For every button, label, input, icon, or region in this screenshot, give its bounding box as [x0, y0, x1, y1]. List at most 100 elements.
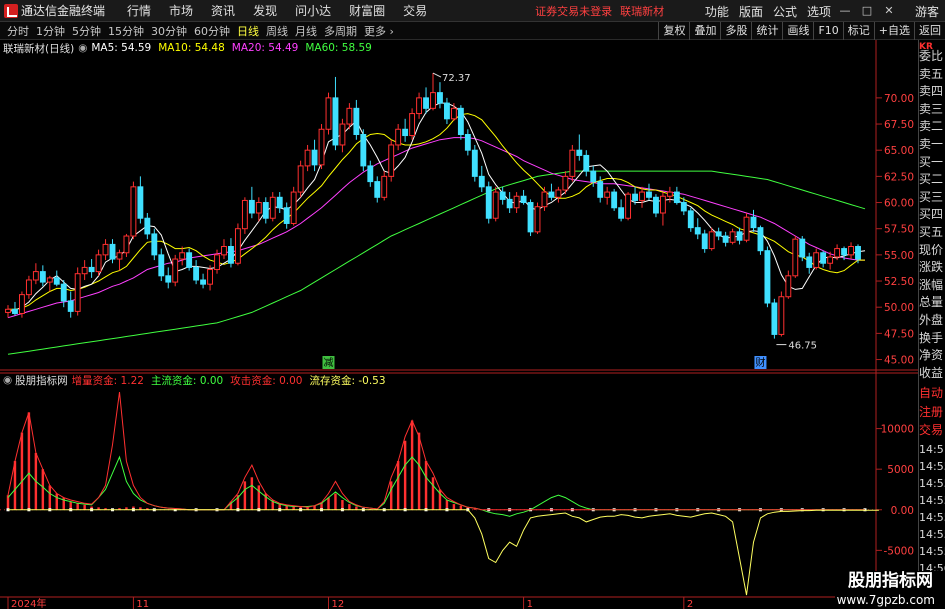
candle-body [151, 233, 158, 256]
candle-body [60, 283, 67, 302]
indicator-stock-fund: 流存资金: -0.53 [309, 374, 386, 387]
candle-body [172, 258, 179, 283]
watermark: 股朋指标网 www.7gpzb.com [835, 571, 945, 609]
sidebar-label-18: 收益 [919, 365, 944, 380]
candle-body [590, 170, 597, 183]
ma60-value: MA60: 58.59 [305, 42, 372, 54]
candle-body [276, 196, 283, 209]
candle-body [158, 254, 165, 277]
candle-body [694, 227, 701, 235]
indicator-attack-fund: 攻击资金: 0.00 [230, 374, 303, 387]
sidebar-label-19[interactable]: 自动 [919, 383, 945, 403]
candle-body [701, 233, 708, 250]
candle-body [430, 92, 436, 109]
date-tick-label: 2024年 [11, 597, 46, 609]
candle-body [478, 175, 485, 188]
candle-body [234, 228, 241, 264]
candle-body [109, 243, 116, 260]
candle-body [123, 235, 130, 254]
candle-body [116, 252, 123, 260]
candle-body [269, 196, 276, 219]
price-tick-label: 60.00 [884, 198, 914, 210]
candle-body [318, 128, 325, 166]
candle-body [618, 207, 625, 219]
candle-body [541, 191, 548, 208]
candle-body [367, 165, 374, 183]
candle-body [457, 107, 464, 136]
candle-body [729, 231, 736, 243]
candle-body [659, 195, 666, 214]
candle-body [471, 149, 478, 177]
candle-body [74, 273, 81, 312]
candle-body [374, 181, 381, 198]
candle-body [290, 191, 297, 224]
date-tick-label: 2 [687, 599, 693, 609]
candle-body [297, 165, 304, 193]
candle-body [221, 245, 227, 256]
candle-body [492, 191, 499, 219]
indicator-toggle-icon[interactable]: ◉ [3, 374, 12, 386]
sidebar-label-21[interactable]: 交易 [919, 420, 945, 440]
candle-body [820, 252, 827, 264]
candle-body [46, 277, 53, 283]
candle-body [388, 144, 395, 177]
back-button[interactable]: 返回 [914, 22, 945, 40]
candle-body [485, 186, 492, 219]
candle-body [848, 245, 854, 256]
indicator-tick-label: 10000 [881, 424, 914, 436]
candle-body [102, 243, 109, 256]
candle-body [743, 216, 750, 241]
candle-body [555, 189, 562, 198]
candle-body [18, 294, 25, 314]
candle-body [283, 207, 290, 224]
candle-body [778, 296, 785, 335]
candle-body [750, 216, 757, 229]
candle-body [207, 269, 213, 285]
candle-body [653, 196, 659, 214]
candle-body [450, 107, 457, 120]
candle-body [687, 210, 694, 229]
candle-body [137, 186, 144, 219]
candle-body [646, 191, 652, 198]
indicator-tick-label: 0.00 [891, 505, 914, 517]
legend-toggle-icon[interactable]: ◉ [78, 42, 87, 54]
candle-body [25, 279, 32, 296]
candle-body [95, 254, 102, 273]
stock-period-title: 联瑞新材(日线) [3, 42, 75, 55]
low-price-label: 46.75 [788, 341, 817, 352]
price-tick-label: 45.00 [884, 355, 914, 367]
price-tick-label: 57.50 [884, 224, 914, 236]
candle-body [597, 181, 604, 198]
candle-body [214, 254, 220, 271]
candle-body [506, 198, 513, 209]
price-tick-label: 67.50 [884, 119, 914, 131]
marker-finance: 财 [755, 356, 765, 369]
candle-body [39, 271, 46, 283]
candle-body [611, 191, 618, 209]
ma10-value: MA10: 54.48 [158, 42, 225, 54]
candle-body [423, 97, 429, 109]
sidebar-label-20[interactable]: 注册 [919, 402, 945, 422]
indicator-tick-label: 5000 [887, 464, 914, 476]
candle-body [625, 193, 632, 219]
kline-chart[interactable]: 70.00 67.50 65.00 62.50 60.00 57.50 55.00 52.50… [0, 0, 918, 609]
candle-body [311, 149, 318, 166]
candle-body [666, 191, 673, 197]
candle-body [604, 191, 611, 198]
candle-body [332, 97, 339, 146]
candle-body [855, 245, 861, 260]
indicator-legend: ◉ 股朋指标网 增量资金: 1.22 主流资金: 0.00 攻击资金: 0.00… [0, 373, 393, 387]
guest-user[interactable]: 游客 [915, 3, 939, 20]
indicator-increment-fund: 增量资金: 1.22 [71, 374, 144, 387]
candle-body [353, 107, 360, 136]
candle-body [144, 217, 151, 235]
quote-sidebar: KR 委比 卖五 卖四 卖三 卖二 卖一 买一 买二 买三 买四 买五 现价 涨跌 涨幅 总量 外盘 换手 净资收… [918, 40, 945, 609]
candle-body [67, 300, 74, 312]
candle-body [722, 235, 729, 243]
candle-body [5, 308, 11, 313]
candle-body [548, 191, 555, 198]
candle-body [248, 199, 255, 214]
price-tick-label: 50.00 [884, 302, 914, 314]
candle-body [409, 113, 416, 137]
ma20-value: MA20: 54.49 [231, 42, 299, 54]
